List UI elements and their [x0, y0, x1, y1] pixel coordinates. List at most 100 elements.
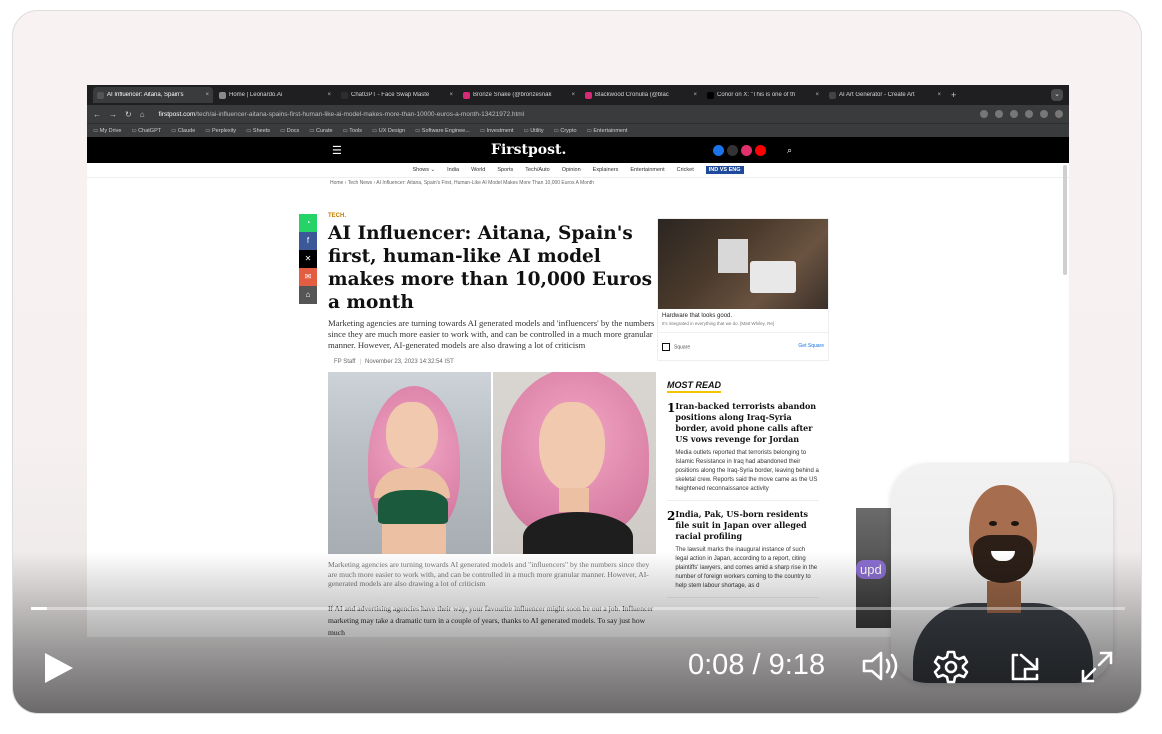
- social-links: [713, 144, 766, 156]
- miniplayer-button[interactable]: [1007, 649, 1043, 685]
- ad-image: [658, 219, 828, 309]
- nav-item: Explainers: [592, 167, 619, 173]
- nav-item: Tech/Auto: [525, 167, 550, 173]
- close-tab-icon: ×: [571, 92, 575, 98]
- play-button[interactable]: [41, 651, 75, 685]
- most-read-item: 1 Iran-backed terrorists abandon position…: [667, 401, 819, 501]
- search-icon: ⌕: [787, 144, 793, 155]
- browser-tab: Blackwood Cronulla (@blac ×: [581, 87, 701, 103]
- nav-item: Entertainment: [630, 167, 665, 173]
- favicon-icon: [463, 91, 470, 99]
- ad-brand: Square: [674, 344, 691, 351]
- tab-menu-icon: ⌄: [1051, 89, 1063, 101]
- favicon-icon: [585, 91, 592, 99]
- site-header: ☰ Firstpost. ⌕: [87, 137, 1069, 163]
- article-tag: TECH.: [328, 213, 346, 219]
- browser-tab: AI Art Generator - Create Art ×: [825, 87, 945, 103]
- bookmark-item: Perplexity: [205, 128, 236, 134]
- ai-model-photo-left: [328, 372, 491, 554]
- forward-icon: →: [109, 109, 117, 119]
- facebook-icon: f: [299, 232, 317, 250]
- browser-tab: Conor on X: "This is one of th ×: [703, 87, 823, 103]
- video-player[interactable]: AI Influencer: Aitana, Spain's × Home | Le…: [12, 10, 1142, 714]
- share-bar: ◔ f ✕ ✉ ⌂: [299, 214, 317, 304]
- miniplayer-icon: [1011, 653, 1039, 681]
- home-icon: ⌂: [139, 109, 145, 119]
- tab-label: Blackwood Cronulla (@blac: [595, 92, 669, 98]
- tab-label: Conor on X: "This is one of th: [717, 92, 796, 98]
- browser-address-bar: ← → ↻ ⌂ firstpost.com/tech/ai-influencer…: [87, 105, 1069, 123]
- extension-icon: [995, 110, 1003, 118]
- bookmark-item: Sheets: [246, 128, 270, 134]
- article-dek: Marketing agencies are turning towards A…: [328, 318, 655, 350]
- bookmark-item: Docs: [280, 128, 300, 134]
- fullscreen-icon: [1081, 651, 1113, 683]
- favicon-icon: [219, 91, 226, 99]
- progress-bar[interactable]: [31, 607, 1125, 610]
- item-summary: The lawsuit marks the inaugural instance…: [675, 547, 818, 589]
- fullscreen-button[interactable]: [1079, 649, 1115, 685]
- most-read-title: MOST READ: [667, 380, 721, 393]
- browser-tab: Home | Leonardo.Ai ×: [215, 87, 335, 103]
- home-share-icon: ⌂: [299, 286, 317, 304]
- bookmark-item: My Drive: [93, 128, 122, 134]
- back-icon: ←: [93, 109, 101, 119]
- close-tab-icon: ×: [815, 92, 819, 98]
- close-tab-icon: ×: [327, 92, 331, 98]
- duration: 9:18: [768, 649, 826, 681]
- browser-toolbar-icons: [980, 110, 1063, 118]
- square-logo-icon: [662, 343, 670, 351]
- volume-button[interactable]: [861, 649, 903, 683]
- reload-icon: ↻: [125, 109, 132, 119]
- ad-cta: Get Square: [798, 343, 824, 349]
- progress-fill: [31, 607, 47, 610]
- nav-item: Opinion: [561, 167, 581, 173]
- close-tab-icon: ×: [205, 92, 209, 98]
- advertisement: Hardware that looks good. It's integrate…: [657, 218, 829, 361]
- browser-tab: Bronze Snake (@bronzesnak ×: [459, 87, 579, 103]
- menu-icon: ☰: [332, 144, 342, 157]
- time-display: 0:08 / 9:18: [688, 649, 826, 681]
- site-logo: Firstpost.: [491, 142, 567, 158]
- bookmark-item: Entertainment: [587, 128, 627, 134]
- tab-label: Bronze Snake (@bronzesnak: [473, 92, 552, 98]
- settings-button[interactable]: [933, 649, 969, 685]
- ad-subtitle: It's integrated in everything that we do…: [662, 321, 775, 326]
- close-tab-icon: ×: [937, 92, 941, 98]
- new-tab-icon: +: [951, 90, 957, 100]
- play-icon: [45, 653, 73, 683]
- background-window-peek: upd: [856, 508, 896, 628]
- social-icon: [713, 144, 724, 156]
- whatsapp-icon: ◔: [299, 214, 317, 232]
- most-read-item: 2 India, Pak, US-born residents file suit…: [667, 509, 819, 598]
- page-scrollbar: [1063, 165, 1067, 275]
- ai-model-photo-right: [493, 372, 656, 554]
- download-icon: [1040, 110, 1048, 118]
- close-tab-icon: ×: [693, 92, 697, 98]
- image-caption: Marketing agencies are turning towards A…: [328, 560, 650, 588]
- ad-footer: Square Get Square: [658, 332, 828, 351]
- tab-label: AI Art Generator - Create Art: [839, 92, 915, 98]
- social-icon: [741, 144, 752, 156]
- bookmark-item: Software Enginee...: [415, 128, 470, 134]
- volume-icon: [862, 651, 898, 681]
- profile-icon: [1055, 110, 1063, 118]
- nav-item: Sports: [497, 167, 514, 173]
- bookmark-item: Utility: [523, 128, 543, 134]
- url-text: firstpost.com/tech/ai-influencer-aitana-…: [158, 110, 525, 118]
- social-icon: [727, 144, 738, 156]
- nav-item: World: [471, 167, 486, 173]
- item-number: 2: [667, 509, 676, 523]
- item-number: 1: [667, 401, 676, 415]
- browser-tab-bar: AI Influencer: Aitana, Spain's × Home | Le…: [87, 85, 1069, 105]
- extension-icon: [980, 110, 988, 118]
- item-headline: Iran-backed terrorists abandon positions…: [675, 401, 817, 444]
- email-icon: ✉: [299, 268, 317, 286]
- publish-date: November 23, 2023 14:32:54 IST: [365, 359, 454, 365]
- article: TECH. AI Influencer: Aitana, Spain's fir…: [328, 213, 658, 637]
- close-tab-icon: ×: [449, 92, 453, 98]
- bookmarks-bar: My Drive ChatGPT Claude Perplexity Sheets Doc…: [87, 123, 1069, 137]
- nav-item: Cricket: [676, 167, 694, 173]
- tab-label: ChatGPT - Face Swap Maste: [351, 92, 430, 98]
- extension-icon: [1025, 110, 1033, 118]
